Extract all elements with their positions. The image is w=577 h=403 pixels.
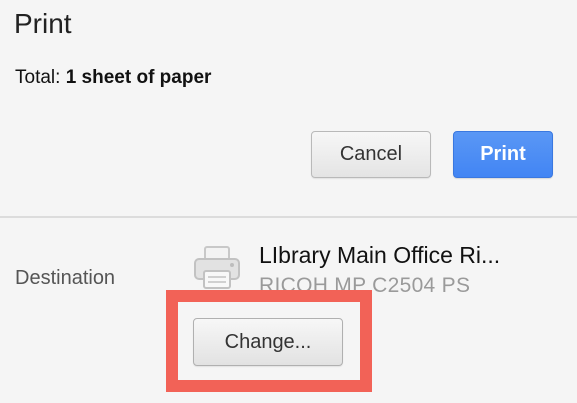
- total-summary: Total: 1 sheet of paper: [15, 65, 211, 91]
- total-value: 1 sheet of paper: [65, 67, 212, 88]
- destination-label: Destination: [15, 267, 116, 289]
- divider: [0, 216, 577, 218]
- print-button[interactable]: Print: [453, 131, 553, 178]
- total-label: Total:: [15, 67, 61, 88]
- cancel-button[interactable]: Cancel: [311, 131, 431, 178]
- print-dialog: Print Total: 1 sheet of paper Cancel Pri…: [0, 0, 577, 403]
- change-destination-button[interactable]: Change...: [193, 318, 343, 366]
- printer-icon: [192, 245, 242, 291]
- printer-name: LIbrary Main Office Ri...: [259, 242, 501, 268]
- page-title: Print: [14, 8, 72, 39]
- print-header: Print Total: 1 sheet of paper Cancel Pri…: [0, 0, 577, 216]
